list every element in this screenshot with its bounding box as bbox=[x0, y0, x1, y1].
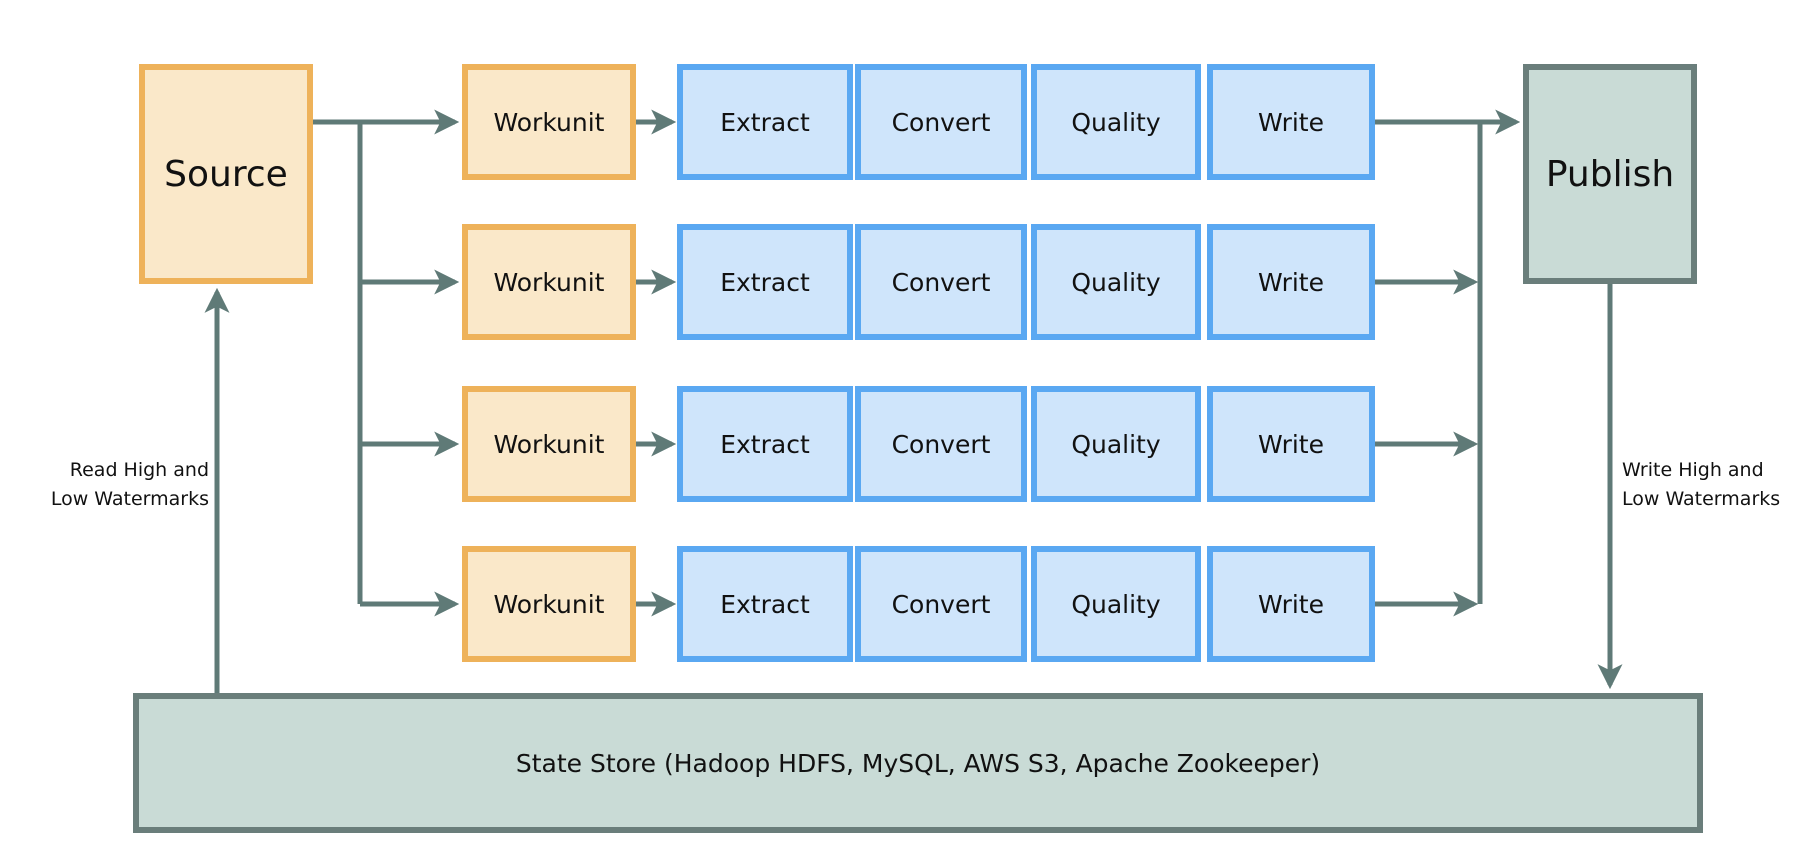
read-label-line1: Read High and bbox=[69, 459, 209, 481]
stage-extract-box: Extract bbox=[677, 386, 853, 502]
stage-label: Quality bbox=[1071, 589, 1161, 619]
stage-label: Quality bbox=[1071, 107, 1161, 137]
workunit-box: Workunit bbox=[462, 386, 636, 502]
write-label-line2: Low Watermarks bbox=[1622, 488, 1781, 510]
stage-label: Write bbox=[1257, 589, 1324, 619]
stage-label: Write bbox=[1257, 429, 1324, 459]
publish-box: Publish bbox=[1523, 64, 1697, 284]
state-store-label: State Store (Hadoop HDFS, MySQL, AWS S3,… bbox=[515, 748, 1321, 778]
workunit-label: Workunit bbox=[493, 267, 605, 297]
stage-quality-box: Quality bbox=[1031, 64, 1201, 180]
workunit-label: Workunit bbox=[493, 107, 605, 137]
stage-label: Extract bbox=[720, 589, 810, 619]
write-label-line1: Write High and bbox=[1622, 459, 1764, 481]
stage-quality-box: Quality bbox=[1031, 546, 1201, 662]
stage-label: Quality bbox=[1071, 267, 1161, 297]
read-watermarks-label: Read High and Low Watermarks bbox=[51, 456, 209, 514]
stage-quality-box: Quality bbox=[1031, 224, 1201, 340]
stage-label: Convert bbox=[891, 267, 991, 297]
stage-label: Extract bbox=[720, 107, 810, 137]
stage-convert-box: Convert bbox=[855, 386, 1027, 502]
workunit-label: Workunit bbox=[493, 429, 605, 459]
stage-label: Extract bbox=[720, 429, 810, 459]
workunit-box: Workunit bbox=[462, 64, 636, 180]
stage-extract-box: Extract bbox=[677, 64, 853, 180]
read-label-line2: Low Watermarks bbox=[50, 488, 209, 510]
stage-label: Extract bbox=[720, 267, 810, 297]
stage-label: Convert bbox=[891, 107, 991, 137]
state-store-box: State Store (Hadoop HDFS, MySQL, AWS S3,… bbox=[133, 693, 1703, 833]
stage-write-box: Write bbox=[1207, 224, 1375, 340]
stage-convert-box: Convert bbox=[855, 546, 1027, 662]
workunit-label: Workunit bbox=[493, 589, 605, 619]
source-box: Source bbox=[139, 64, 313, 284]
stage-extract-box: Extract bbox=[677, 546, 853, 662]
source-label: Source bbox=[164, 153, 288, 195]
workunit-box: Workunit bbox=[462, 224, 636, 340]
stage-label: Convert bbox=[891, 429, 991, 459]
publish-label: Publish bbox=[1545, 153, 1675, 195]
stage-label: Quality bbox=[1071, 429, 1161, 459]
stage-quality-box: Quality bbox=[1031, 386, 1201, 502]
stage-label: Write bbox=[1257, 107, 1324, 137]
diagram: Source Publish State Store (Hadoop HDFS,… bbox=[0, 0, 1820, 864]
stage-label: Write bbox=[1257, 267, 1324, 297]
stage-convert-box: Convert bbox=[855, 64, 1027, 180]
workunit-box: Workunit bbox=[462, 546, 636, 662]
stage-write-box: Write bbox=[1207, 546, 1375, 662]
stage-write-box: Write bbox=[1207, 386, 1375, 502]
stage-label: Convert bbox=[891, 589, 991, 619]
stage-extract-box: Extract bbox=[677, 224, 853, 340]
write-watermarks-label: Write High and Low Watermarks bbox=[1622, 456, 1780, 514]
stage-write-box: Write bbox=[1207, 64, 1375, 180]
stage-convert-box: Convert bbox=[855, 224, 1027, 340]
